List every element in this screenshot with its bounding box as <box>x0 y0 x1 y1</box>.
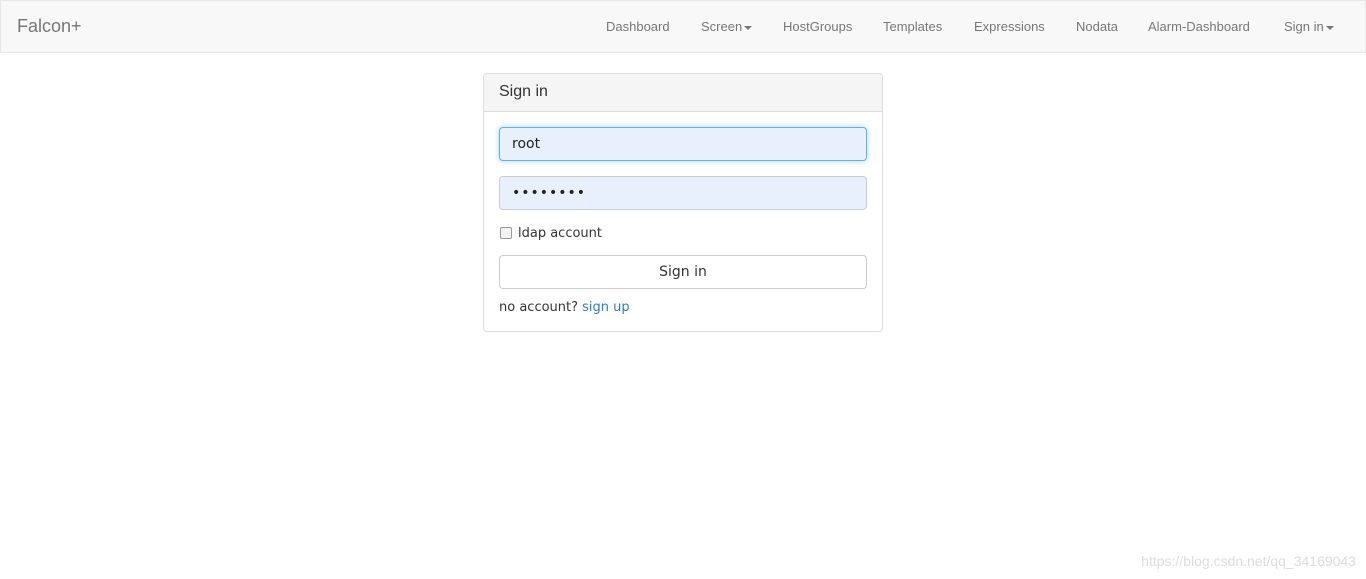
nav-templates-label: Templates <box>883 19 943 34</box>
signup-row: no account? sign up <box>499 300 630 315</box>
nav-alarm-dashboard-label: Alarm-Dashboard <box>1148 19 1250 34</box>
nav-nodata[interactable]: Nodata <box>1076 19 1118 34</box>
signin-panel: Sign in root •••••••• ldap account Sign … <box>483 73 883 332</box>
nav-signin-label: Sign in <box>1284 19 1324 34</box>
brand-logo-link[interactable]: Falcon+ <box>17 16 82 37</box>
caret-down-icon <box>744 25 753 30</box>
username-input[interactable]: root <box>499 127 867 161</box>
nav-expressions-label: Expressions <box>974 19 1045 34</box>
nav-templates[interactable]: Templates <box>883 19 942 34</box>
nav-signin-dropdown[interactable]: Sign in <box>1284 19 1334 34</box>
ldap-checkbox-row: ldap account <box>500 226 602 241</box>
nav-alarm-dashboard[interactable]: Alarm-Dashboard <box>1148 19 1250 34</box>
username-value: root <box>512 136 541 152</box>
signup-link[interactable]: sign up <box>582 300 630 315</box>
nav-dashboard-label: Dashboard <box>606 19 670 34</box>
nav-screen-dropdown[interactable]: Screen <box>701 19 753 34</box>
nav-hostgroups[interactable]: HostGroups <box>783 19 852 34</box>
ldap-checkbox-label[interactable]: ldap account <box>518 226 602 241</box>
top-navbar: Falcon+ Dashboard Screen HostGroups Temp… <box>0 0 1366 53</box>
signin-panel-heading: Sign in <box>484 74 882 112</box>
ldap-checkbox[interactable] <box>500 227 512 239</box>
password-input[interactable]: •••••••• <box>499 176 867 210</box>
watermark: https://blog.csdn.net/qq_34169043 <box>1141 553 1356 569</box>
nav-screen-label: Screen <box>701 19 743 34</box>
caret-down-icon <box>1325 25 1334 30</box>
nav-expressions[interactable]: Expressions <box>974 19 1045 34</box>
nav-dashboard[interactable]: Dashboard <box>606 19 670 34</box>
nav-hostgroups-label: HostGroups <box>783 19 853 34</box>
no-account-text: no account? <box>499 300 579 315</box>
nav-nodata-label: Nodata <box>1076 19 1118 34</box>
signin-submit-button[interactable]: Sign in <box>499 255 867 289</box>
password-masked-value: •••••••• <box>512 185 587 201</box>
